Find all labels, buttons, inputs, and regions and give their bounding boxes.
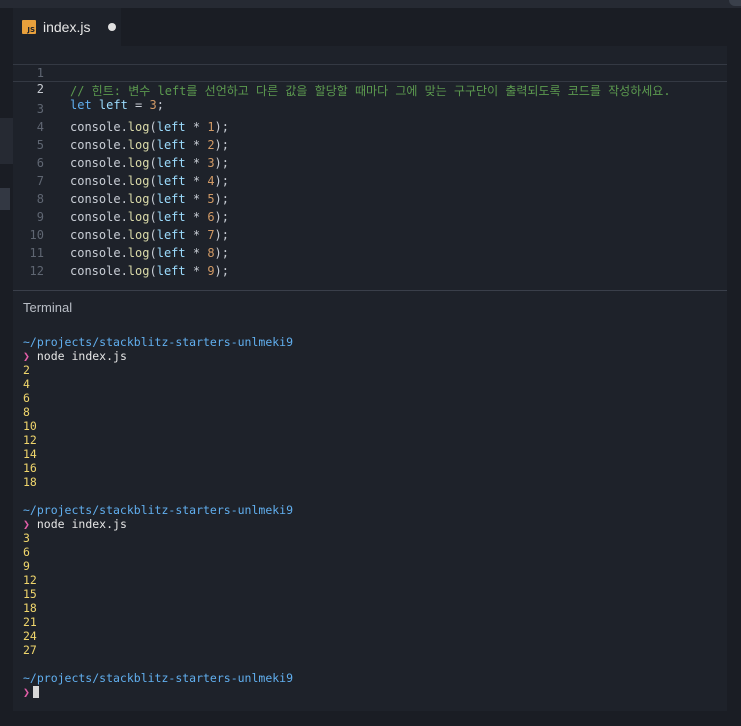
- terminal-command: node index.js: [36, 349, 127, 363]
- terminal-command: node index.js: [36, 517, 127, 531]
- output-line: 24: [23, 629, 37, 643]
- prompt-chevron-icon: ❯: [23, 349, 30, 363]
- output-line: 18: [23, 475, 37, 489]
- output-line: 10: [23, 419, 37, 433]
- terminal-path: ~/projects/stackblitz-starters-unlmeki9: [23, 671, 294, 685]
- tab-index-js[interactable]: JS index.js: [13, 8, 121, 46]
- javascript-file-icon: JS: [22, 20, 36, 34]
- code-operator: *: [185, 264, 208, 278]
- bottom-gutter: [13, 710, 727, 726]
- code-line[interactable]: 12: [13, 244, 727, 278]
- terminal-cursor[interactable]: [32, 686, 39, 698]
- prompt-chevron-icon: ❯: [23, 517, 30, 531]
- output-line: 2: [23, 363, 30, 377]
- code-line[interactable]: 6 console.log(left * 4);: [13, 136, 727, 188]
- sidebar-panel-block: [0, 118, 13, 164]
- output-line: 12: [23, 573, 37, 587]
- output-line: 18: [23, 601, 37, 615]
- code-number: 9: [207, 264, 215, 278]
- output-line: 8: [23, 405, 30, 419]
- code-function: log: [127, 264, 150, 278]
- terminal-panel: Terminal ~/projects/stackblitz-starters-…: [13, 290, 727, 711]
- output-line: 3: [23, 531, 30, 545]
- terminal-title: Terminal: [23, 300, 73, 315]
- window-top-strip: [0, 0, 741, 8]
- code-line[interactable]: 11 console.log(left * 9);: [13, 226, 727, 278]
- code-variable: left: [156, 264, 186, 278]
- code-object: console.: [70, 264, 128, 278]
- code-line[interactable]: 10 console.log(left * 8);: [13, 208, 727, 260]
- output-line: 9: [23, 559, 30, 573]
- output-line: 4: [23, 377, 30, 391]
- line-number: 12: [29, 264, 44, 278]
- output-line: 27: [23, 643, 37, 657]
- output-line: 14: [23, 447, 37, 461]
- right-gutter: [727, 8, 741, 726]
- sidebar-selection-block: [0, 188, 10, 210]
- code-line[interactable]: 4 console.log(left * 2);: [13, 100, 727, 152]
- terminal-path: ~/projects/stackblitz-starters-unlmeki9: [23, 335, 294, 349]
- code-line[interactable]: 7 console.log(left * 5);: [13, 154, 727, 206]
- code-line[interactable]: 3 console.log(left * 1);: [13, 82, 727, 134]
- output-line: 21: [23, 615, 37, 629]
- output-line: 6: [23, 545, 30, 559]
- code-editor[interactable]: 1 // 힌트: 변수 left를 선언하고 다른 값을 할당할 때마다 그에 …: [13, 46, 727, 290]
- output-line: 15: [23, 587, 37, 601]
- output-line: 6: [23, 391, 30, 405]
- code-punctuation: (: [149, 264, 157, 278]
- code-line-current[interactable]: 2 let left = 3;: [13, 64, 727, 112]
- code-line[interactable]: 9 console.log(left * 7);: [13, 190, 727, 242]
- output-line: 16: [23, 461, 37, 475]
- editor-tab-bar: JS index.js: [13, 8, 727, 46]
- tab-filename: index.js: [43, 19, 91, 35]
- output-line: 12: [23, 433, 37, 447]
- activity-sidebar: [0, 8, 13, 726]
- code-line[interactable]: 5 console.log(left * 3);: [13, 118, 727, 170]
- prompt-chevron-icon: ❯: [23, 685, 30, 699]
- terminal-path: ~/projects/stackblitz-starters-unlmeki9: [23, 503, 294, 517]
- code-punctuation: );: [214, 264, 229, 278]
- unsaved-dot-icon[interactable]: [108, 23, 117, 31]
- terminal-output[interactable]: ~/projects/stackblitz-starters-unlmeki9 …: [23, 335, 723, 699]
- code-line[interactable]: 8 console.log(left * 6);: [13, 172, 727, 224]
- code-line[interactable]: 1 // 힌트: 변수 left를 선언하고 다른 값을 할당할 때마다 그에 …: [13, 46, 727, 98]
